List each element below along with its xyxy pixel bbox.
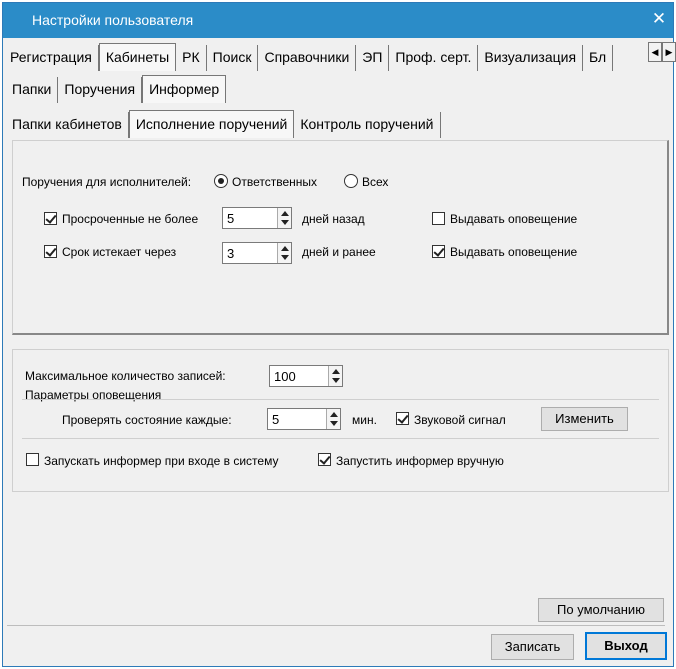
expires-checkbox[interactable]: [44, 245, 57, 258]
tab-folders[interactable]: Папки: [6, 77, 59, 103]
max-records-label: Максимальное количество записей:: [25, 369, 226, 383]
tab-prof-cert[interactable]: Проф. серт.: [389, 45, 479, 71]
check-every-value[interactable]: 5: [272, 412, 279, 427]
tab-visualization[interactable]: Визуализация: [478, 45, 584, 71]
autostart-label: Запускать информер при входе в систему: [44, 454, 279, 468]
overdue-notify-label: Выдавать оповещение: [450, 212, 578, 226]
tab-execution[interactable]: Исполнение поручений: [128, 110, 295, 138]
minutes-label: мин.: [352, 413, 377, 427]
title-bar: Настройки пользователя ✕: [3, 3, 673, 38]
overdue-spinner[interactable]: 5: [222, 207, 292, 229]
manual-label: Запустить информер вручную: [336, 454, 504, 468]
overdue-label: Просроченные не более: [62, 212, 199, 226]
expires-notify-label: Выдавать оповещение: [450, 245, 578, 259]
tab-scroll-right-icon[interactable]: ▶: [662, 42, 676, 62]
tab-scroll: ◀ ▶: [648, 42, 676, 62]
expires-value[interactable]: 3: [227, 246, 234, 261]
tab-assignments[interactable]: Поручения: [58, 77, 143, 103]
exit-button[interactable]: Выход: [585, 632, 667, 660]
execution-panel: Поручения для исполнителей: Ответственны…: [12, 140, 669, 335]
autostart-checkbox[interactable]: [26, 453, 39, 466]
tab-rk[interactable]: РК: [176, 45, 207, 71]
tab-cabinets[interactable]: Кабинеты: [98, 43, 177, 71]
tab-directories[interactable]: Справочники: [258, 45, 357, 71]
tab-scroll-left-icon[interactable]: ◀: [648, 42, 662, 62]
check-every-spinner[interactable]: 5: [267, 408, 341, 430]
tab-search[interactable]: Поиск: [207, 45, 259, 71]
spinner-arrows-icon[interactable]: [326, 409, 340, 429]
tab-registration[interactable]: Регистрация: [4, 45, 99, 71]
radio-responsible-label[interactable]: Ответственных: [232, 175, 317, 189]
sub-tabs: Папки Поручения Информер: [6, 75, 227, 103]
change-button[interactable]: Изменить: [541, 407, 628, 431]
overdue-value[interactable]: 5: [227, 211, 234, 226]
expires-suffix: дней и ранее: [302, 245, 376, 259]
tab-bl[interactable]: Бл: [583, 45, 614, 71]
sound-checkbox[interactable]: [396, 412, 409, 425]
tab-control[interactable]: Контроль поручений: [294, 112, 441, 138]
informer-tabs: Папки кабинетов Исполнение поручений Кон…: [6, 110, 441, 138]
overdue-checkbox[interactable]: [44, 212, 57, 225]
max-records-value[interactable]: 100: [274, 369, 296, 384]
spinner-arrows-icon[interactable]: [277, 243, 291, 263]
max-records-spinner[interactable]: 100: [269, 365, 343, 387]
sound-label: Звуковой сигнал: [414, 413, 506, 427]
overdue-notify-checkbox[interactable]: [432, 212, 445, 225]
expires-spinner[interactable]: 3: [222, 242, 292, 264]
overdue-suffix: дней назад: [302, 212, 365, 226]
close-icon[interactable]: ✕: [649, 9, 669, 29]
spinner-arrows-icon[interactable]: [277, 208, 291, 228]
for-executors-label: Поручения для исполнителей:: [22, 175, 192, 189]
tab-informer[interactable]: Информер: [142, 75, 227, 103]
check-every-label: Проверять состояние каждые:: [62, 413, 232, 427]
footer-separator: [7, 625, 665, 626]
radio-responsible[interactable]: [214, 174, 228, 188]
radio-all-label[interactable]: Всех: [362, 175, 388, 189]
expires-notify-checkbox[interactable]: [432, 245, 445, 258]
spinner-arrows-icon[interactable]: [328, 366, 342, 386]
radio-all[interactable]: [344, 174, 358, 188]
tab-cabinet-folders[interactable]: Папки кабинетов: [6, 112, 129, 138]
manual-checkbox[interactable]: [318, 453, 331, 466]
save-button[interactable]: Записать: [491, 634, 574, 660]
main-tabs: Регистрация Кабинеты РК Поиск Справочник…: [4, 43, 650, 71]
expires-label: Срок истекает через: [62, 245, 177, 259]
defaults-button[interactable]: По умолчанию: [538, 598, 664, 622]
tab-ep[interactable]: ЭП: [356, 45, 390, 71]
window-title: Настройки пользователя: [32, 12, 194, 28]
